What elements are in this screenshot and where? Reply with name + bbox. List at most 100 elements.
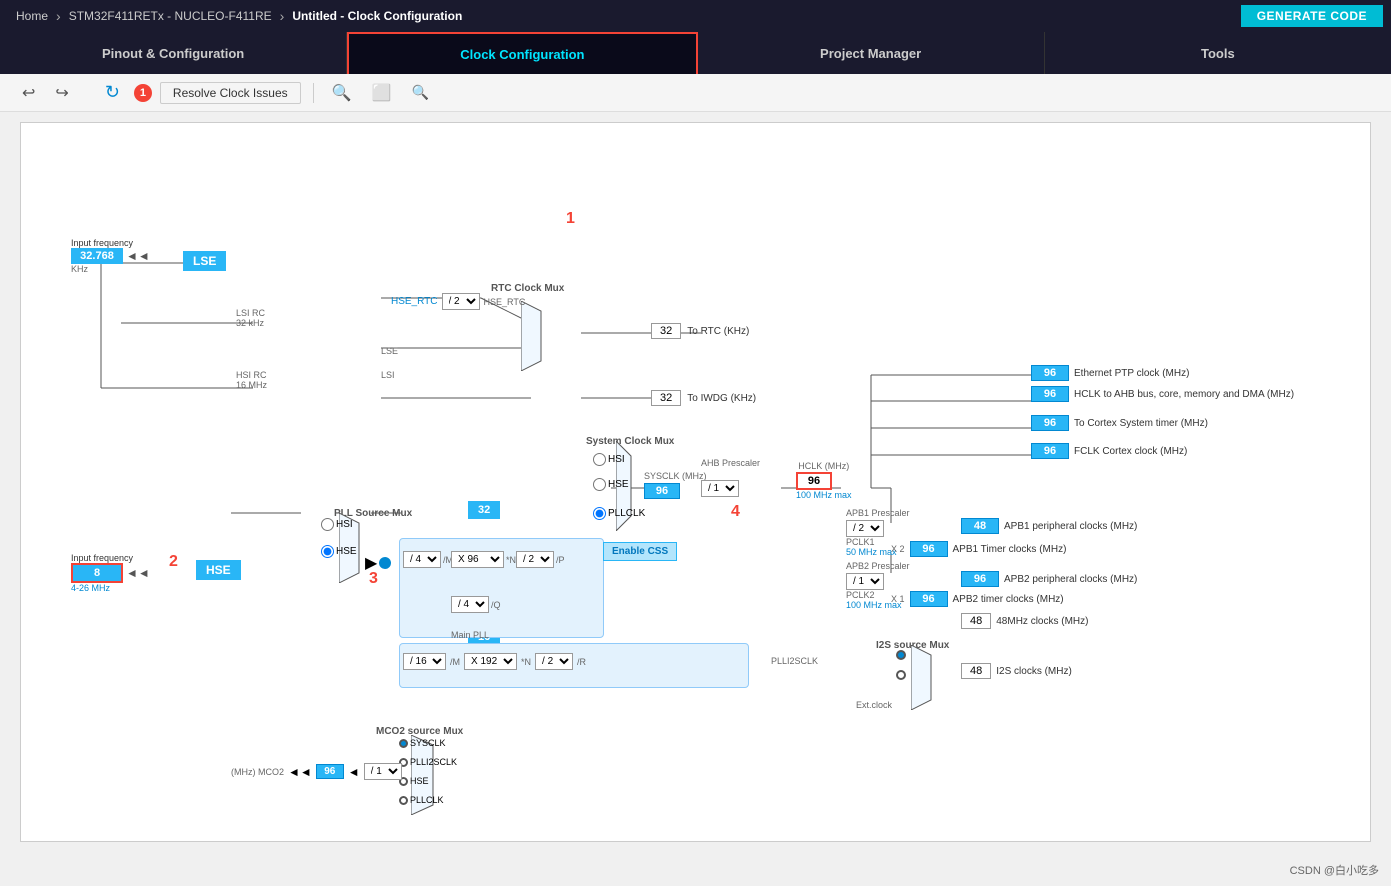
pclk1-output-area: 48 APB1 peripheral clocks (MHz) (961, 518, 1137, 534)
ext-clock-label: Ext.clock (856, 695, 892, 713)
pll-p-div-area: / 2/ 4/ 6/ 8 /P (516, 551, 565, 568)
redo-button[interactable]: ↪ (49, 81, 74, 105)
pll-q-div-area: / 4/ 2/ 8 /Q (451, 596, 501, 613)
toolbar: ↩ ↪ ↻ 1 Resolve Clock Issues 🔍 ⬜ 🔍 (0, 74, 1391, 112)
mco2-div-select[interactable]: / 1/ 2/ 3 (364, 763, 402, 780)
pclk2-value[interactable]: 96 (961, 571, 999, 587)
tab-clock[interactable]: Clock Configuration (347, 32, 697, 74)
hsi-rc-area: HSI RC 16 16 MHz (236, 370, 267, 390)
annotation-4: 4 (731, 503, 740, 521)
mco1-source-mux-label: MCO1 source Mux (376, 841, 463, 842)
input-frequency-lse-area: Input frequency 32.768 ◄◄ KHz (71, 238, 150, 274)
mco2-radios: SYSCLK PLLI2SCLK HSE PLLCLK (399, 738, 457, 805)
mco1-mux-shape (411, 841, 456, 842)
annotation-2: 2 (169, 553, 178, 571)
ethernet-output-area: 96 Ethernet PTP clock (MHz) (1031, 365, 1189, 381)
hclk-ahb-output-area: 96 HCLK to AHB bus, core, memory and DMA… (1031, 386, 1294, 402)
cortex-timer-output-area: 96 To Cortex System timer (MHz) (1031, 415, 1208, 431)
48mhz-output-area: 48 48MHz clocks (MHz) (961, 613, 1088, 629)
top-bar: Home › STM32F411RETx - NUCLEO-F411RE › U… (0, 0, 1391, 32)
pll-m-select[interactable]: / 4/ 2/ 8 (403, 551, 441, 568)
plli2s-m-select[interactable]: / 16 (403, 653, 446, 670)
undo-button[interactable]: ↩ (16, 81, 41, 105)
lsi-line-label: LSI (381, 365, 395, 383)
apb2-prescaler-select[interactable]: / 1/ 2/ 4 (846, 573, 884, 590)
watermark: CSDN @白小吃多 (1290, 862, 1379, 878)
clock-diagram-canvas: RTC Clock Mux HSE_RTC / 2/ 3/ 4 HSE_RTC … (20, 122, 1371, 842)
annotation-1: 1 (566, 210, 575, 228)
ahb-prescaler-area: AHB Prescaler / 1/ 2/ 4 (701, 458, 760, 497)
breadcrumb-board[interactable]: STM32F411RETx - NUCLEO-F411RE (61, 9, 280, 23)
pll-p-select[interactable]: / 2/ 4/ 6/ 8 (516, 551, 554, 568)
rtc-32-value: 32 (651, 323, 681, 339)
breadcrumb-home[interactable]: Home (8, 9, 56, 23)
ethernet-value[interactable]: 96 (1031, 365, 1069, 381)
cortex-timer-value[interactable]: 96 (1031, 415, 1069, 431)
i2s-clocks-value: 48 (961, 663, 991, 679)
zoom-out-button[interactable]: 🔍 (405, 82, 434, 103)
pll-q-select[interactable]: / 4/ 2/ 8 (451, 596, 489, 613)
issue-counter: 1 (134, 84, 152, 102)
rtc-mux-shape (521, 301, 586, 371)
pclk2-output-area: 96 APB2 peripheral clocks (MHz) (961, 571, 1137, 587)
lse-box[interactable]: LSE (183, 251, 226, 271)
pll-n-mult-area: X 96X 84X 192 *N (451, 551, 516, 568)
apb2-timer-value[interactable]: 96 (910, 591, 948, 607)
tab-pinout[interactable]: Pinout & Configuration (0, 32, 347, 74)
fclk-value[interactable]: 96 (1031, 443, 1069, 459)
tab-project[interactable]: Project Manager (698, 32, 1045, 74)
sysclk-value-box[interactable]: 96 (644, 483, 680, 499)
lsi-rc-area: LSI RC 32 32 kHz (236, 308, 265, 328)
iwdg-output-area: 32 To IWDG (KHz) (651, 390, 756, 406)
lsi-value-box[interactable]: 32 (468, 501, 500, 519)
pclk1-value[interactable]: 48 (961, 518, 999, 534)
sysclk-hse-radio[interactable] (593, 478, 606, 491)
sysclk-hsi-radio[interactable] (593, 453, 606, 466)
sysclk-pllclk-radio[interactable] (593, 507, 606, 520)
apb2-timer-area: X 1 96 APB2 timer clocks (MHz) (891, 591, 1064, 607)
refresh-button[interactable]: ↻ (99, 80, 126, 105)
48mhz-value: 48 (961, 613, 991, 629)
plli2s-n-select[interactable]: X 192 (464, 653, 517, 670)
generate-code-button[interactable]: GENERATE CODE (1241, 5, 1383, 27)
tab-tools[interactable]: Tools (1045, 32, 1391, 74)
apb1-prescaler-select[interactable]: / 2/ 1/ 4 (846, 520, 884, 537)
pll-hse-radio[interactable] (321, 545, 334, 558)
nav-tabs: Pinout & Configuration Clock Configurati… (0, 32, 1391, 74)
ahb-prescaler-select[interactable]: / 1/ 2/ 4 (701, 480, 739, 497)
rtc-output-area: 32 To RTC (KHz) (651, 323, 749, 339)
plli2sclk-label: PLLI2SCLK (771, 651, 818, 669)
plli2s-r-select[interactable]: / 2 (535, 653, 573, 670)
mco2-value[interactable]: 96 (316, 764, 344, 779)
pll-source-radios: HSI HSE (321, 518, 357, 558)
hse-box[interactable]: HSE (196, 560, 241, 580)
hse-freq-input[interactable]: 8 (71, 563, 123, 583)
fclk-output-area: 96 FCLK Cortex clock (MHz) (1031, 443, 1187, 459)
apb1-timer-area: X 2 96 APB1 Timer clocks (MHz) (891, 541, 1066, 557)
zoom-in-button[interactable]: 🔍 (326, 81, 358, 105)
pll-n-select[interactable]: X 96X 84X 192 (451, 551, 504, 568)
lse-freq-input[interactable]: 32.768 (71, 248, 123, 264)
i2s-radios (896, 650, 906, 680)
hclk-area: HCLK (MHz) 96 100 MHz max (796, 461, 852, 500)
annotation-3: 3 (369, 570, 378, 588)
mco2-output-area: (MHz) MCO2 ◄◄ 96 ◄ / 1/ 2/ 3 (231, 763, 402, 780)
hclk-value-box[interactable]: 96 (796, 472, 832, 490)
sys-mux-radios: HSI HSE PLLCLK (593, 453, 645, 520)
sysclk-area: SYSCLK (MHz) 96 (644, 471, 707, 499)
apb1-timer-value[interactable]: 96 (910, 541, 948, 557)
pll-hsi-radio[interactable] (321, 518, 334, 531)
enable-css-button[interactable]: Enable CSS (603, 542, 677, 561)
enable-css-area: Enable CSS (603, 541, 677, 561)
iwdg-32-value: 32 (651, 390, 681, 406)
hclk-ahb-value[interactable]: 96 (1031, 386, 1069, 402)
plli2s-dividers: / 16 /M X 192 *N / 2 /R (403, 653, 586, 670)
main-pll-label: Main PLL (451, 625, 489, 643)
pll-m-div-area: / 4/ 2/ 8 /M (403, 551, 453, 568)
i2s-clocks-output-area: 48 I2S clocks (MHz) (961, 663, 1072, 679)
i2s-mux-shape (911, 645, 951, 710)
hse-input-freq-area: Input frequency 8 ◄◄ 4-26 MHz (71, 553, 150, 593)
fit-button[interactable]: ⬜ (366, 81, 398, 105)
resolve-clock-issues-button[interactable]: Resolve Clock Issues (160, 82, 301, 104)
rtc-hse-divider-select[interactable]: / 2/ 3/ 4 (442, 293, 480, 310)
